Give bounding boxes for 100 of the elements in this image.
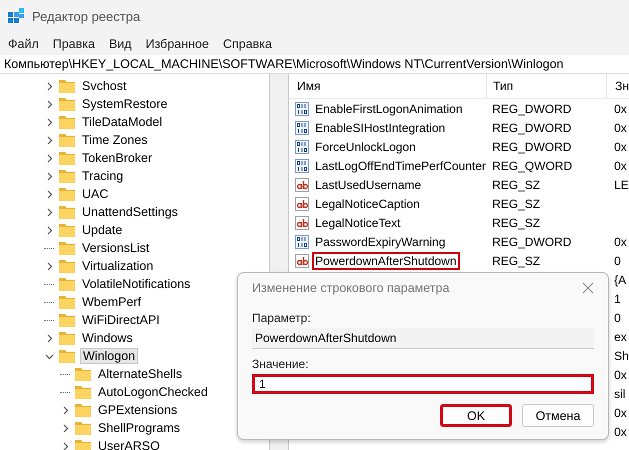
chevron-right-icon[interactable] bbox=[44, 190, 54, 198]
value-input-field[interactable]: 1 bbox=[252, 374, 594, 394]
field-label: Значение: bbox=[252, 357, 310, 371]
value-data: 0x bbox=[614, 368, 627, 382]
value-type: REG_SZ bbox=[492, 254, 540, 268]
folder-icon bbox=[59, 259, 75, 273]
value-name[interactable]: PasswordExpiryWarning bbox=[312, 232, 448, 250]
close-icon[interactable] bbox=[582, 282, 594, 294]
value-data: Sh bbox=[614, 348, 629, 362]
tree-item[interactable]: Virtualization bbox=[80, 259, 156, 273]
value-data: 0x bbox=[614, 424, 627, 438]
chevron-right-icon[interactable] bbox=[60, 442, 70, 450]
tree-item[interactable]: SystemRestore bbox=[80, 97, 170, 111]
menu-item[interactable]: Справка bbox=[216, 34, 278, 52]
menu-item[interactable]: Правка bbox=[46, 34, 101, 52]
chevron-right-icon[interactable] bbox=[44, 118, 54, 126]
tree-item[interactable]: UnattendSettings bbox=[80, 205, 180, 219]
chevron-right-icon[interactable] bbox=[44, 100, 54, 108]
value-data: 0x bbox=[614, 158, 627, 172]
binary-value-icon bbox=[295, 158, 310, 172]
tree-item[interactable]: UserARSO bbox=[96, 439, 162, 450]
menu-item[interactable]: Файл bbox=[2, 34, 45, 52]
chevron-right-icon[interactable] bbox=[60, 406, 70, 414]
folder-icon bbox=[59, 313, 75, 327]
tree-item[interactable]: Svchost bbox=[80, 79, 128, 93]
folder-icon bbox=[75, 385, 91, 399]
chevron-down-icon[interactable] bbox=[44, 352, 54, 360]
folder-icon bbox=[59, 223, 75, 237]
chevron-right-icon[interactable] bbox=[44, 262, 54, 270]
value-name[interactable]: LastLogOffEndTimePerfCounter bbox=[312, 156, 489, 174]
tree-item[interactable]: TokenBroker bbox=[80, 151, 154, 165]
folder-icon bbox=[75, 439, 91, 450]
value-type: REG_DWORD bbox=[492, 140, 572, 154]
folder-icon bbox=[59, 295, 75, 309]
value-name[interactable]: LastUsedUsername bbox=[312, 176, 424, 194]
tree-item[interactable]: WbemPerf bbox=[80, 295, 144, 309]
folder-icon bbox=[59, 133, 75, 147]
value-name[interactable]: EnableFirstLogonAnimation bbox=[312, 100, 466, 118]
window-title: Редактор реестра bbox=[32, 8, 140, 24]
value-data: 0x bbox=[614, 102, 627, 116]
tree-item[interactable]: ShellPrograms bbox=[96, 421, 182, 435]
chevron-right-icon[interactable] bbox=[44, 136, 54, 144]
tree-item[interactable]: VolatileNotifications bbox=[80, 277, 192, 291]
chevron-right-icon[interactable] bbox=[44, 172, 54, 180]
address-bar[interactable]: Компьютер\HKEY_LOCAL_MACHINE\SOFTWARE\Microsoft\Windows NT\CurrentVersion\Winlogon bbox=[0, 55, 629, 74]
value-type: REG_SZ bbox=[492, 216, 540, 230]
column-header[interactable]: Тип bbox=[486, 74, 606, 98]
chevron-right-icon[interactable] bbox=[60, 424, 70, 432]
value-type: REG_QWORD bbox=[492, 158, 572, 172]
folder-icon bbox=[59, 349, 75, 363]
tree-item[interactable]: Time Zones bbox=[80, 133, 150, 147]
tree-item[interactable]: VersionsList bbox=[80, 241, 152, 255]
value-type: REG_DWORD bbox=[492, 120, 572, 134]
chevron-right-icon[interactable] bbox=[44, 208, 54, 216]
binary-value-icon bbox=[295, 120, 310, 134]
dialog-title: Изменение строкового параметра bbox=[252, 281, 450, 295]
dialog-button[interactable]: Отмена bbox=[522, 404, 594, 427]
dialog-button[interactable]: OK bbox=[440, 404, 512, 427]
folder-icon bbox=[59, 331, 75, 345]
tree-item[interactable]: AutoLogonChecked bbox=[96, 385, 210, 399]
value-data: 0x bbox=[614, 234, 627, 248]
menu-item[interactable]: Вид bbox=[102, 34, 138, 52]
value-name[interactable]: PowerdownAfterShutdown bbox=[312, 252, 460, 270]
value-name[interactable]: LegalNoticeText bbox=[312, 214, 404, 232]
value-data: LE bbox=[614, 178, 629, 192]
folder-icon bbox=[59, 241, 75, 255]
tree-item[interactable]: AlternateShells bbox=[96, 367, 184, 381]
binary-value-icon bbox=[295, 140, 310, 154]
menu-item[interactable]: Избранное bbox=[140, 34, 215, 52]
tree-item[interactable]: GPExtensions bbox=[96, 403, 180, 417]
tree-item[interactable]: WiFiDirectAPI bbox=[80, 313, 162, 327]
column-header[interactable]: Зн bbox=[606, 74, 629, 98]
folder-icon bbox=[75, 421, 91, 435]
tree-item[interactable]: Winlogon bbox=[80, 348, 138, 364]
string-value-icon bbox=[295, 216, 310, 230]
value-data: 0 bbox=[614, 254, 621, 268]
tree-item[interactable]: TileDataModel bbox=[80, 115, 164, 129]
folder-icon bbox=[59, 187, 75, 201]
binary-value-icon bbox=[295, 102, 310, 116]
value-name[interactable]: LegalNoticeCaption bbox=[312, 194, 423, 212]
tree-item[interactable]: UAC bbox=[80, 187, 110, 201]
tree-item[interactable]: Update bbox=[80, 223, 124, 237]
folder-icon bbox=[75, 367, 91, 381]
tree-item[interactable]: Windows bbox=[80, 331, 135, 345]
tree-item[interactable]: Tracing bbox=[80, 169, 126, 183]
value-data: 1 bbox=[614, 292, 621, 306]
value-data: 0 bbox=[614, 310, 621, 324]
value-data: {A bbox=[614, 272, 626, 286]
value-type: REG_DWORD bbox=[492, 234, 572, 248]
folder-icon bbox=[59, 277, 75, 291]
chevron-right-icon[interactable] bbox=[44, 334, 54, 342]
value-name[interactable]: EnableSIHostIntegration bbox=[312, 118, 448, 136]
value-type: REG_SZ bbox=[492, 178, 540, 192]
value-name[interactable]: ForceUnlockLogon bbox=[312, 138, 419, 156]
chevron-right-icon[interactable] bbox=[44, 82, 54, 90]
value-data: sil bbox=[614, 386, 626, 400]
field-label: Параметр: bbox=[252, 311, 312, 325]
column-header[interactable]: Имя bbox=[289, 79, 486, 93]
chevron-right-icon[interactable] bbox=[44, 226, 54, 234]
chevron-right-icon[interactable] bbox=[44, 154, 54, 162]
